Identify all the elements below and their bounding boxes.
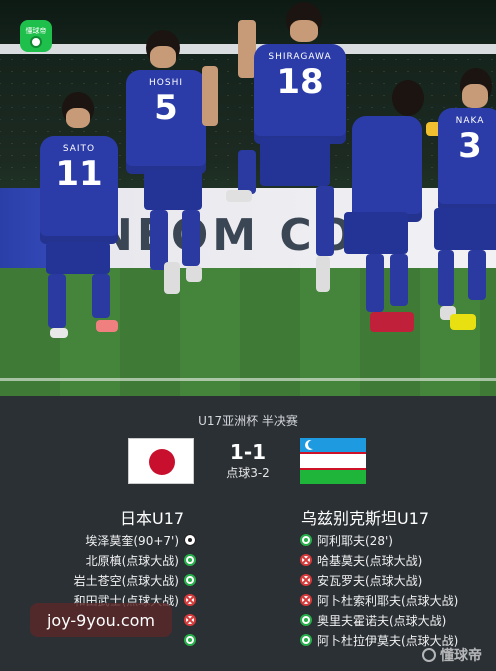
event-row: 埃泽莫奎(90+7')	[0, 530, 196, 550]
event-row: 哈基莫夫(点球大战)	[300, 550, 496, 570]
penalty-missed-icon	[184, 594, 196, 606]
match-score: 1-1	[229, 440, 267, 464]
event-text: 哈基莫夫(点球大战)	[317, 553, 423, 568]
brand-logo: 懂球帝	[422, 645, 482, 665]
penalty-missed-icon	[300, 554, 312, 566]
penalty-missed-icon	[184, 614, 196, 626]
match-photo: NEOM CO SAITO 11 HOSHI 5 SHIRAGAWA 18 NA…	[0, 0, 496, 396]
event-text: 安瓦罗夫(点球大战)	[317, 573, 423, 588]
soccer-ball-icon	[30, 35, 42, 48]
soccer-ball-icon	[422, 648, 436, 662]
penalty-scored-icon	[300, 614, 312, 626]
player-number: 3	[458, 126, 482, 166]
event-text: 岩土苍空(点球大战)	[73, 573, 179, 588]
home-team-name: 日本U17	[120, 509, 185, 528]
penalty-scored-icon	[300, 634, 312, 646]
event-text: 埃泽莫奎(90+7')	[85, 533, 179, 548]
player-name: NAKA	[455, 116, 485, 126]
app-badge-label: 懂球帝	[25, 26, 47, 35]
player-name: SAITO	[62, 144, 96, 154]
penalty-missed-icon	[300, 574, 312, 586]
competition-title: U17亚洲杯 半决赛	[198, 414, 298, 428]
event-row: 阿卜杜索利耶夫(点球大战)	[300, 590, 496, 610]
event-row: 安瓦罗夫(点球大战)	[300, 570, 496, 590]
player-number: 18	[276, 62, 324, 102]
event-text: 奥里夫霍诺夫(点球大战)	[317, 613, 447, 628]
player-number: 5	[154, 88, 178, 128]
event-text: 阿利耶夫(28')	[317, 533, 393, 548]
goal-icon	[300, 534, 312, 546]
player-shiragawa: SHIRAGAWA 18	[226, 0, 352, 296]
goal-icon	[184, 534, 196, 546]
brand-name: 懂球帝	[440, 648, 482, 664]
uzbekistan-flag-icon	[300, 438, 366, 484]
event-text: 北原槙(点球大战)	[85, 553, 179, 568]
watermark-label: joy-9you.com	[30, 603, 172, 637]
away-events-list: 阿利耶夫(28') 哈基莫夫(点球大战) 安瓦罗夫(点球大战) 阿卜杜索利耶夫(…	[300, 530, 496, 650]
app-badge[interactable]: 懂球帝	[20, 20, 52, 52]
event-row: 岩土苍空(点球大战)	[0, 570, 196, 590]
player-number: 11	[55, 154, 103, 194]
penalty-scored-icon	[184, 554, 196, 566]
penalty-scored-icon	[184, 634, 196, 646]
penalty-missed-icon	[300, 594, 312, 606]
player-saito: SAITO 11	[34, 92, 124, 342]
penalty-scored-icon	[184, 574, 196, 586]
japan-flag-icon	[128, 438, 194, 484]
event-row: 奥里夫霍诺夫(点球大战)	[300, 610, 496, 630]
away-team-name: 乌兹别克斯坦U17	[301, 509, 430, 528]
player-name: SHIRAGAWA	[268, 52, 332, 62]
event-text: 阿卜杜索利耶夫(点球大战)	[317, 593, 459, 608]
penalty-score: 点球3-2	[226, 466, 270, 480]
pitch-line	[0, 378, 496, 381]
player-hoshi: HOSHI 5	[124, 30, 224, 300]
player-name: HOSHI	[149, 78, 183, 88]
event-row: 阿利耶夫(28')	[300, 530, 496, 550]
player-naka: NAKA 3	[412, 68, 496, 338]
event-row: 北原槙(点球大战)	[0, 550, 196, 570]
